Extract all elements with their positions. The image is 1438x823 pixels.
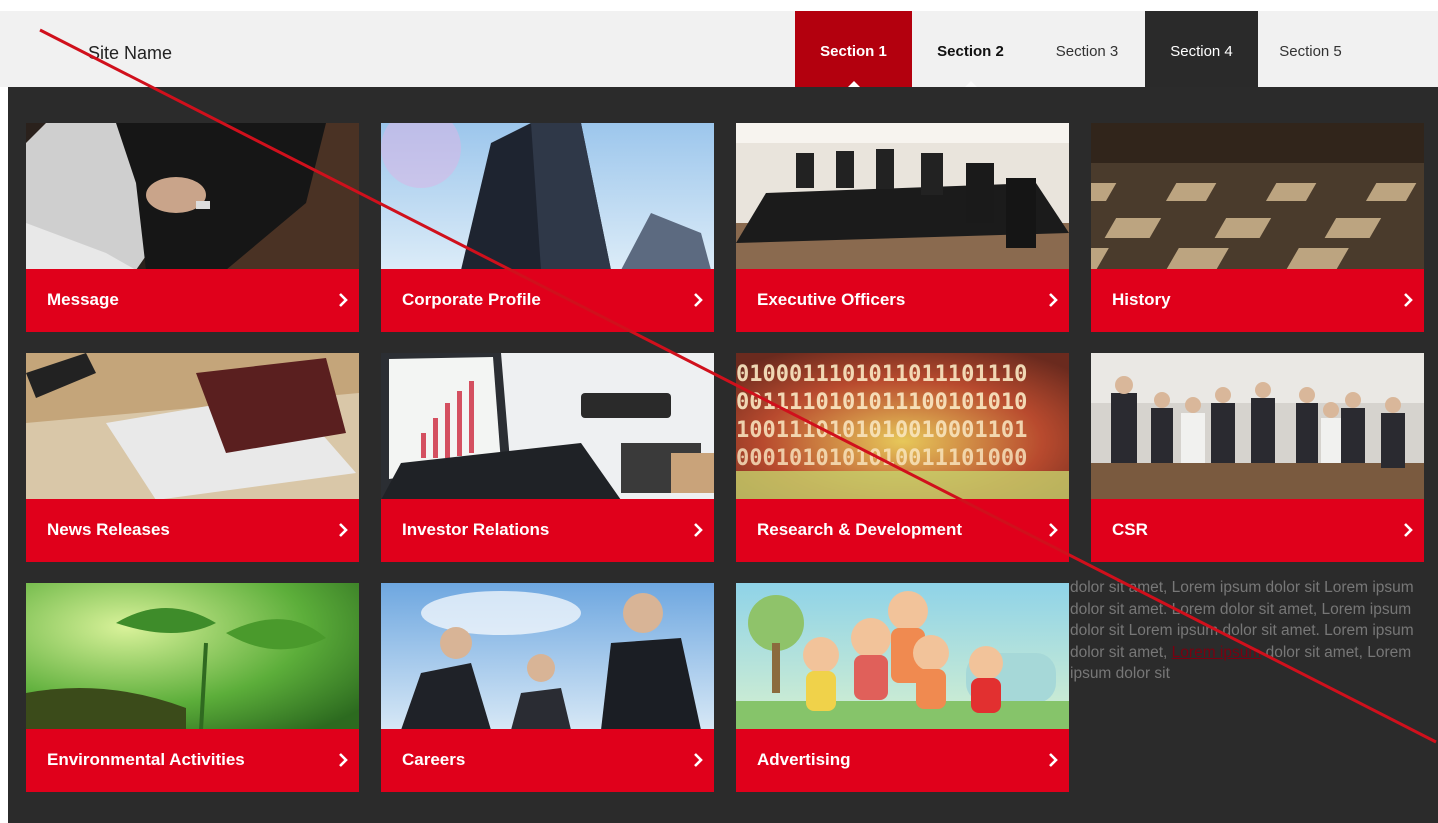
message-image <box>26 123 359 270</box>
tile-bar: Careers <box>381 729 714 792</box>
menu-tile-csr[interactable]: CSR <box>1091 353 1424 562</box>
nav-label: Section 5 <box>1279 43 1342 60</box>
chevron-right-icon <box>1404 293 1413 307</box>
chevron-right-icon <box>339 753 348 767</box>
menu-tile-corporate-profile[interactable]: Corporate Profile <box>381 123 714 332</box>
advertising-image <box>736 583 1069 730</box>
csr-image <box>1091 353 1424 500</box>
research-development-image: 0100011101011011101110 00111101010111001… <box>736 353 1069 500</box>
menu-tile-research-development[interactable]: 0100011101011011101110 00111101010111001… <box>736 353 1069 562</box>
menu-tile-history[interactable]: History <box>1091 123 1424 332</box>
tile-label: Investor Relations <box>402 520 550 539</box>
menu-tile-advertising[interactable]: Advertising <box>736 583 1069 792</box>
tile-bar: Investor Relations <box>381 499 714 562</box>
tile-bar: Research & Development <box>736 499 1069 562</box>
tile-bar: Message <box>26 269 359 332</box>
investor-relations-image <box>381 353 714 500</box>
news-releases-image <box>26 353 359 500</box>
svg-text:0011110101011100101010: 0011110101011100101010 <box>736 390 1027 415</box>
tile-label: Advertising <box>757 750 851 769</box>
svg-text:0001010101010011101000: 0001010101010011101000 <box>736 446 1027 471</box>
tile-bar: Advertising <box>736 729 1069 792</box>
background-text: dolor sit amet, Lorem ipsum dolor sit Lo… <box>1070 577 1438 685</box>
tile-bar: Corporate Profile <box>381 269 714 332</box>
tile-label: Message <box>47 290 119 309</box>
nav-label: Section 3 <box>1055 43 1119 60</box>
tile-label: Corporate Profile <box>402 290 541 309</box>
chevron-right-icon <box>339 523 348 537</box>
svg-text:0100011101011011101110: 0100011101011011101110 <box>736 362 1027 387</box>
tile-label: History <box>1112 290 1171 309</box>
chevron-right-icon <box>1049 753 1058 767</box>
corporate-profile-image <box>381 123 714 270</box>
tile-label: Environmental Activities <box>47 750 245 769</box>
nav-section-5[interactable]: Section 5 <box>1258 11 1363 87</box>
nav-section-4[interactable]: Section 4 <box>1145 11 1258 87</box>
tile-bar: CSR <box>1091 499 1424 562</box>
chevron-right-icon <box>339 293 348 307</box>
tile-label: Careers <box>402 750 466 769</box>
nav-label: Section 4 <box>1170 43 1233 60</box>
chevron-right-icon <box>694 523 703 537</box>
chevron-right-icon <box>1404 523 1413 537</box>
tile-bar: Executive Officers <box>736 269 1069 332</box>
history-image <box>1091 123 1424 270</box>
menu-tile-news-releases[interactable]: News Releases <box>26 353 359 562</box>
menu-tile-careers[interactable]: Careers <box>381 583 714 792</box>
nav-section-3[interactable]: Section 3 <box>1029 11 1145 87</box>
nav-label: Section 1 <box>820 43 887 60</box>
chevron-right-icon <box>694 753 703 767</box>
main-nav: Section 1 Section 2 Section 3 Section 4 … <box>795 11 1363 88</box>
menu-tile-executive-officers[interactable]: Executive Officers <box>736 123 1069 332</box>
nav-section-1[interactable]: Section 1 <box>795 11 912 88</box>
background-link[interactable]: Lorem ipsum <box>1172 644 1262 661</box>
menu-tile-message[interactable]: Message <box>26 123 359 332</box>
tile-label: News Releases <box>47 520 170 539</box>
tile-bar: History <box>1091 269 1424 332</box>
careers-image <box>381 583 714 730</box>
tile-bar: News Releases <box>26 499 359 562</box>
menu-tile-environmental-activities[interactable]: Environmental Activities <box>26 583 359 792</box>
tile-bar: Environmental Activities <box>26 729 359 792</box>
environmental-activities-image <box>26 583 359 730</box>
nav-label: Section 2 <box>937 43 1004 60</box>
tile-label: Executive Officers <box>757 290 906 309</box>
site-header: Site Name Section 1 Section 2 Section 3 … <box>0 11 1438 88</box>
svg-text:1001110101010010001101: 1001110101010010001101 <box>736 418 1027 443</box>
executive-officers-image <box>736 123 1069 270</box>
chevron-right-icon <box>1049 293 1058 307</box>
chevron-right-icon <box>694 293 703 307</box>
tile-label: CSR <box>1112 520 1148 539</box>
tile-label: Research & Development <box>757 520 963 539</box>
site-name[interactable]: Site Name <box>88 43 172 64</box>
chevron-right-icon <box>1049 523 1058 537</box>
nav-section-2[interactable]: Section 2 <box>912 11 1029 88</box>
menu-tile-investor-relations[interactable]: Investor Relations <box>381 353 714 562</box>
